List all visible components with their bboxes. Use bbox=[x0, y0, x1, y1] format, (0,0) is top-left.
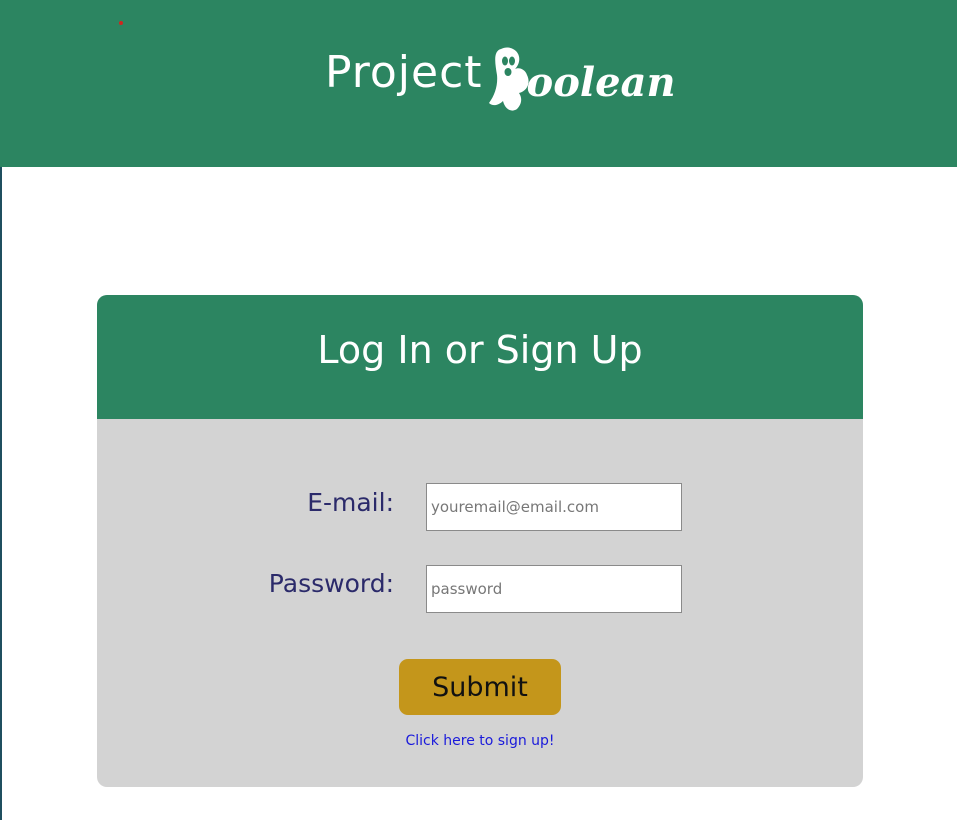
login-card-title: Log In or Sign Up bbox=[317, 328, 643, 372]
brand-logo: Project oolean bbox=[325, 40, 676, 115]
ghost-b-icon bbox=[488, 47, 529, 111]
email-label: E-mail: bbox=[307, 488, 394, 517]
signup-link[interactable]: Click here to sign up! bbox=[97, 733, 863, 749]
password-field[interactable] bbox=[426, 565, 682, 613]
email-field[interactable] bbox=[426, 483, 682, 531]
brand-boolean-text: oolean bbox=[526, 59, 676, 106]
site-header: Project oolean bbox=[0, 0, 957, 167]
login-card: Log In or Sign Up E-mail: Password: Subm… bbox=[97, 295, 863, 787]
brand-project-text: Project bbox=[325, 47, 483, 98]
brand-boolean-wordmark: oolean bbox=[487, 45, 676, 115]
submit-button[interactable]: Submit bbox=[399, 659, 561, 715]
password-label: Password: bbox=[268, 569, 394, 598]
login-card-header: Log In or Sign Up bbox=[97, 295, 863, 419]
red-dot-marker bbox=[119, 21, 123, 25]
